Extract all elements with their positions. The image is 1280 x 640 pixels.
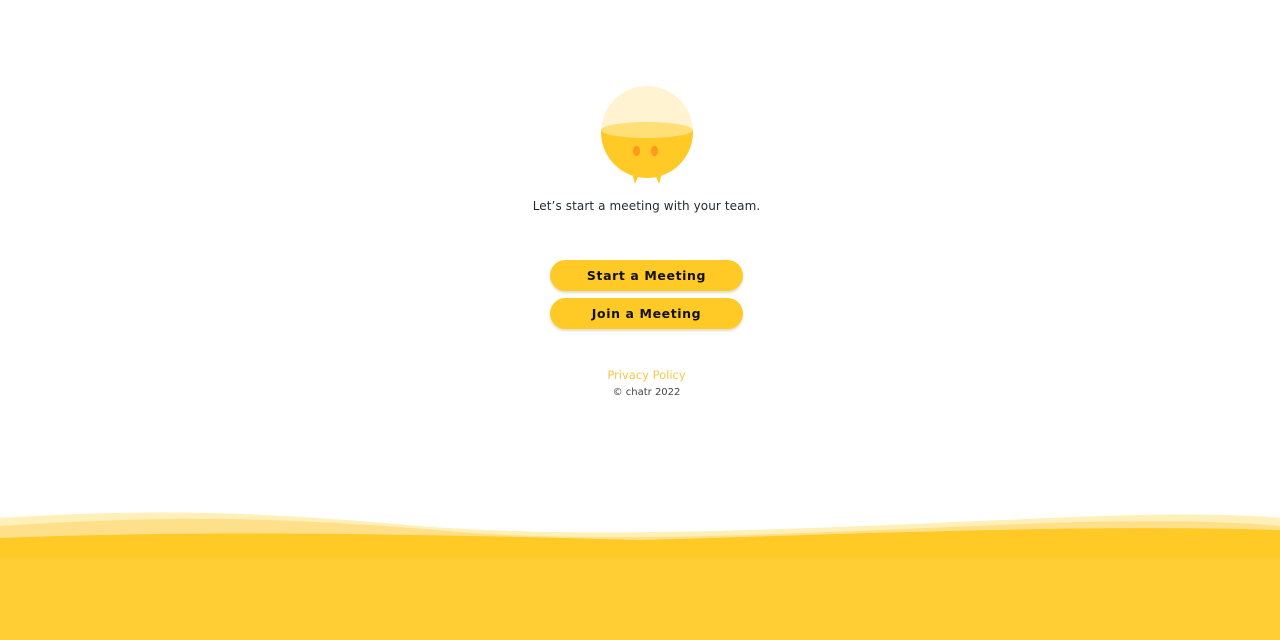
start-meeting-button[interactable]: Start a Meeting (550, 260, 743, 291)
copyright-text: © chatr 2022 (612, 387, 681, 398)
landing-page: Let’s start a meeting with your team. St… (0, 0, 1280, 640)
join-meeting-button[interactable]: Join a Meeting (550, 298, 743, 329)
wave-base (0, 558, 1280, 640)
mascot-icon (601, 86, 693, 184)
decorative-wave-footer (0, 512, 1280, 640)
privacy-policy-link[interactable]: Privacy Policy (0, 368, 1280, 382)
tagline-text: Let’s start a meeting with your team. (532, 199, 761, 213)
